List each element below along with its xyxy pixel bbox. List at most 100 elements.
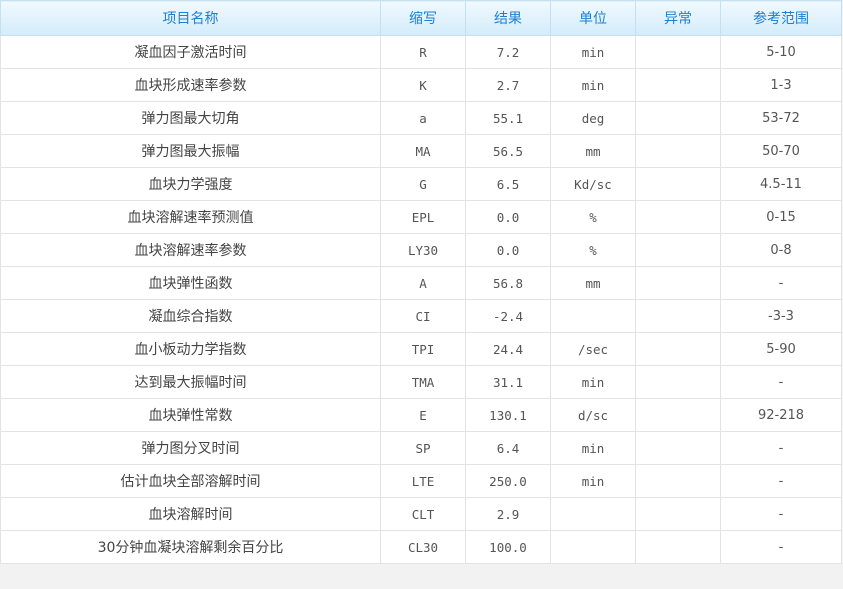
cell-abnormal — [635, 365, 721, 399]
cell-abbreviation: CLT — [380, 497, 466, 531]
cell-reference-range: - — [720, 266, 842, 300]
header-result: 结果 — [465, 0, 551, 36]
table-row: 凝血综合指数 CI -2.4 -3-3 — [0, 299, 842, 333]
cell-unit: mm — [550, 134, 636, 168]
cell-unit: min — [550, 68, 636, 102]
cell-unit: /sec — [550, 332, 636, 366]
teg-results-table: 项目名称 缩写 结果 单位 异常 参考范围 凝血因子激活时间 R 7.2 min 5-1… — [0, 0, 842, 564]
cell-result: 56.5 — [465, 134, 551, 168]
cell-item-name: 凝血因子激活时间 — [0, 35, 381, 69]
cell-result: 24.4 — [465, 332, 551, 366]
table-body: 凝血因子激活时间 R 7.2 min 5-10 血块形成速率参数 K 2.7 min 1-3 弹力图… — [0, 35, 842, 564]
cell-abnormal — [635, 299, 721, 333]
header-unit: 单位 — [550, 0, 636, 36]
cell-abbreviation: E — [380, 398, 466, 432]
cell-unit: mm — [550, 266, 636, 300]
cell-abbreviation: TPI — [380, 332, 466, 366]
cell-reference-range: 50-70 — [720, 134, 842, 168]
cell-item-name: 血块弹性函数 — [0, 266, 381, 300]
cell-abnormal — [635, 233, 721, 267]
cell-unit: % — [550, 200, 636, 234]
cell-abnormal — [635, 464, 721, 498]
table-row: 弹力图分叉时间 SP 6.4 min - — [0, 431, 842, 465]
cell-item-name: 弹力图最大振幅 — [0, 134, 381, 168]
cell-abnormal — [635, 68, 721, 102]
cell-reference-range: -3-3 — [720, 299, 842, 333]
cell-unit: d/sc — [550, 398, 636, 432]
cell-result: 31.1 — [465, 365, 551, 399]
table-header-row: 项目名称 缩写 结果 单位 异常 参考范围 — [0, 0, 842, 36]
cell-result: 250.0 — [465, 464, 551, 498]
cell-result: 2.7 — [465, 68, 551, 102]
cell-abnormal — [635, 398, 721, 432]
table-row: 弹力图最大切角 a 55.1 deg 53-72 — [0, 101, 842, 135]
header-abbreviation: 缩写 — [380, 0, 466, 36]
cell-unit — [550, 497, 636, 531]
cell-reference-range: - — [720, 497, 842, 531]
cell-abnormal — [635, 530, 721, 564]
cell-item-name: 血小板动力学指数 — [0, 332, 381, 366]
cell-reference-range: 0-15 — [720, 200, 842, 234]
cell-abbreviation: K — [380, 68, 466, 102]
table-row: 凝血因子激活时间 R 7.2 min 5-10 — [0, 35, 842, 69]
cell-item-name: 血块力学强度 — [0, 167, 381, 201]
cell-abnormal — [635, 101, 721, 135]
cell-unit: min — [550, 464, 636, 498]
table-row: 血块形成速率参数 K 2.7 min 1-3 — [0, 68, 842, 102]
cell-result: 0.0 — [465, 233, 551, 267]
cell-reference-range: - — [720, 431, 842, 465]
cell-abnormal — [635, 134, 721, 168]
cell-item-name: 估计血块全部溶解时间 — [0, 464, 381, 498]
cell-unit: min — [550, 431, 636, 465]
cell-unit: min — [550, 365, 636, 399]
cell-reference-range: 53-72 — [720, 101, 842, 135]
cell-item-name: 凝血综合指数 — [0, 299, 381, 333]
cell-item-name: 弹力图分叉时间 — [0, 431, 381, 465]
cell-result: 56.8 — [465, 266, 551, 300]
cell-abnormal — [635, 200, 721, 234]
header-abnormal: 异常 — [635, 0, 721, 36]
table-row: 血块力学强度 G 6.5 Kd/sc 4.5-11 — [0, 167, 842, 201]
cell-abbreviation: G — [380, 167, 466, 201]
cell-reference-range: - — [720, 530, 842, 564]
cell-abnormal — [635, 431, 721, 465]
cell-result: 55.1 — [465, 101, 551, 135]
table-row: 估计血块全部溶解时间 LTE 250.0 min - — [0, 464, 842, 498]
cell-unit: deg — [550, 101, 636, 135]
cell-abnormal — [635, 332, 721, 366]
table-row: 弹力图最大振幅 MA 56.5 mm 50-70 — [0, 134, 842, 168]
cell-item-name: 血块溶解时间 — [0, 497, 381, 531]
cell-reference-range: 4.5-11 — [720, 167, 842, 201]
cell-reference-range: - — [720, 464, 842, 498]
cell-abbreviation: CL30 — [380, 530, 466, 564]
cell-reference-range: 5-90 — [720, 332, 842, 366]
cell-item-name: 达到最大振幅时间 — [0, 365, 381, 399]
cell-item-name: 血块弹性常数 — [0, 398, 381, 432]
cell-unit: Kd/sc — [550, 167, 636, 201]
table-row: 血块弹性常数 E 130.1 d/sc 92-218 — [0, 398, 842, 432]
cell-abbreviation: TMA — [380, 365, 466, 399]
cell-reference-range: 1-3 — [720, 68, 842, 102]
cell-unit: % — [550, 233, 636, 267]
cell-item-name: 30分钟血凝块溶解剩余百分比 — [0, 530, 381, 564]
cell-abbreviation: LTE — [380, 464, 466, 498]
table-row: 达到最大振幅时间 TMA 31.1 min - — [0, 365, 842, 399]
cell-abbreviation: LY30 — [380, 233, 466, 267]
cell-abbreviation: R — [380, 35, 466, 69]
cell-result: 2.9 — [465, 497, 551, 531]
cell-abbreviation: EPL — [380, 200, 466, 234]
cell-result: 0.0 — [465, 200, 551, 234]
table-row: 血块溶解时间 CLT 2.9 - — [0, 497, 842, 531]
cell-unit — [550, 299, 636, 333]
cell-abnormal — [635, 35, 721, 69]
header-item-name: 项目名称 — [0, 0, 381, 36]
cell-abbreviation: a — [380, 101, 466, 135]
cell-abnormal — [635, 266, 721, 300]
results-panel: 项目名称 缩写 结果 单位 异常 参考范围 凝血因子激活时间 R 7.2 min 5-1… — [0, 0, 843, 564]
cell-unit: min — [550, 35, 636, 69]
table-row: 血小板动力学指数 TPI 24.4/sec 5-90 — [0, 332, 842, 366]
cell-abnormal — [635, 497, 721, 531]
cell-abbreviation: A — [380, 266, 466, 300]
cell-reference-range: 0-8 — [720, 233, 842, 267]
cell-result: 6.4 — [465, 431, 551, 465]
